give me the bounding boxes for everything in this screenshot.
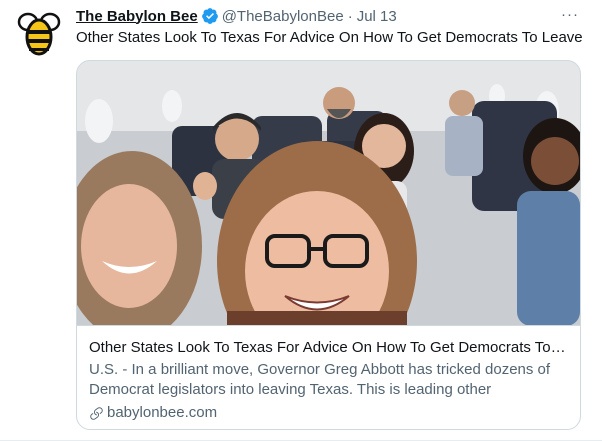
bee-logo-icon[interactable]: [14, 8, 64, 58]
card-body[interactable]: Other States Look To Texas For Advice On…: [77, 327, 580, 429]
tweet[interactable]: The Babylon Bee @TheBabylonBee · Jul 13 …: [0, 0, 602, 441]
tweet-header: The Babylon Bee @TheBabylonBee · Jul 13: [76, 6, 397, 26]
author-name[interactable]: The Babylon Bee: [76, 8, 198, 25]
card-image[interactable]: [77, 61, 580, 326]
more-options-icon[interactable]: ···: [558, 4, 582, 24]
link-icon: [89, 406, 104, 421]
author-handle[interactable]: @TheBabylonBee: [222, 8, 344, 25]
link-card[interactable]: Other States Look To Texas For Advice On…: [76, 60, 581, 430]
tweet-date[interactable]: Jul 13: [357, 8, 397, 25]
card-domain-text: babylonbee.com: [107, 404, 218, 421]
tweet-text: Other States Look To Texas For Advice On…: [76, 29, 583, 46]
separator-dot: ·: [347, 7, 353, 25]
card-domain[interactable]: babylonbee.com: [89, 403, 568, 423]
verified-badge-icon: [201, 7, 219, 25]
card-description: U.S. - In a brilliant move, Governor Gre…: [89, 361, 551, 398]
card-title[interactable]: Other States Look To Texas For Advice On…: [89, 338, 568, 358]
